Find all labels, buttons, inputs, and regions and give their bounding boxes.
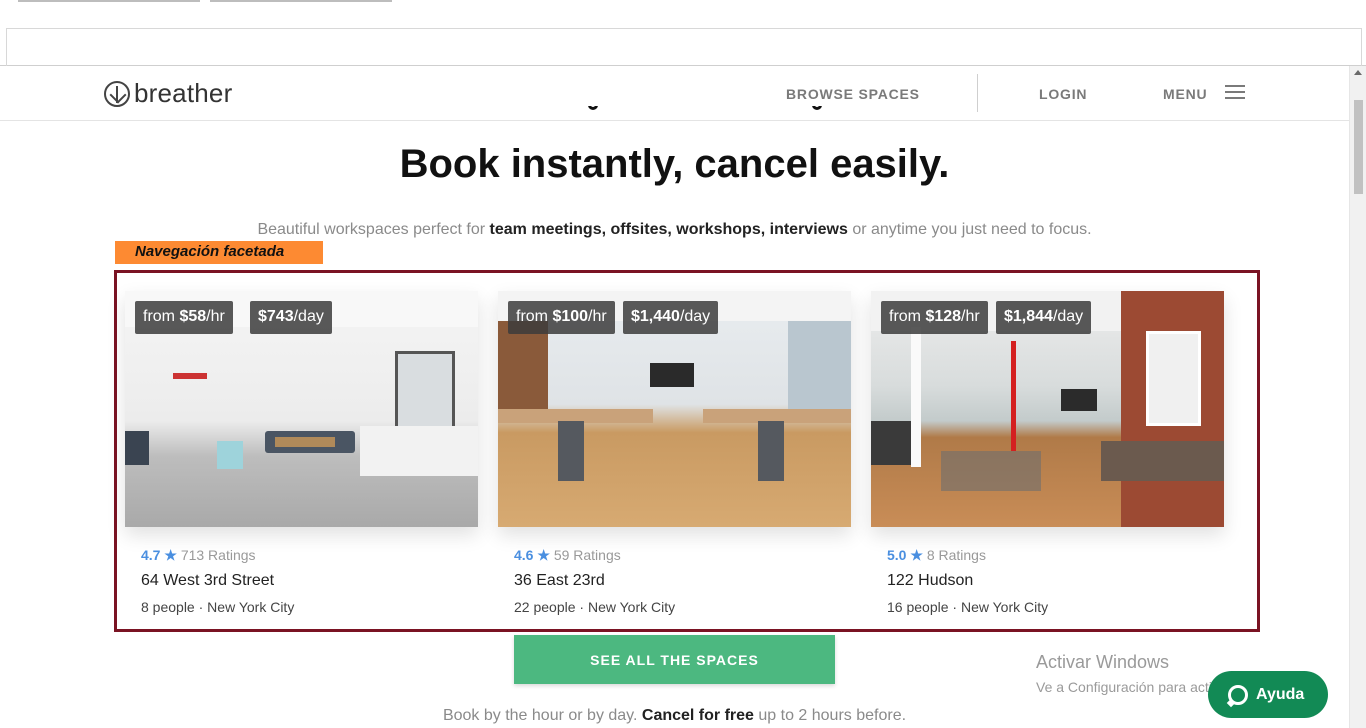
star-icon: ★ bbox=[164, 547, 177, 563]
leaf-logo-icon bbox=[104, 80, 130, 107]
capacity: 16 people bbox=[887, 599, 949, 615]
daily-price-tag: $1,440/day bbox=[623, 301, 719, 334]
space-address[interactable]: 122 Hudson bbox=[887, 572, 973, 590]
scroll-thumb[interactable] bbox=[1354, 100, 1363, 194]
price-prefix: from bbox=[143, 308, 180, 325]
space-photo[interactable]: from $100/hr $1,440/day bbox=[498, 291, 851, 527]
browser-tab[interactable] bbox=[210, 0, 392, 2]
city: New York City bbox=[587, 599, 676, 615]
price-unit: /day bbox=[679, 308, 711, 325]
see-all-spaces-button[interactable]: SEE ALL THE SPACES bbox=[514, 635, 835, 684]
star-icon: ★ bbox=[910, 547, 923, 563]
daily-price-tag: $743/day bbox=[250, 301, 332, 334]
price-prefix: from bbox=[889, 308, 926, 325]
login-link[interactable]: LOGIN bbox=[1039, 86, 1087, 102]
star-icon: ★ bbox=[537, 547, 550, 563]
daily-amount: $743 bbox=[258, 308, 294, 325]
chrome-divider bbox=[6, 28, 1362, 29]
meta-separator: · bbox=[194, 599, 208, 615]
menu-link[interactable]: MENU bbox=[1163, 86, 1207, 102]
meta-separator: · bbox=[575, 599, 588, 615]
rating-count: 8 Ratings bbox=[926, 547, 986, 563]
help-chat-button[interactable]: Ayuda bbox=[1208, 671, 1328, 718]
logo-text: breather bbox=[134, 78, 233, 108]
price-unit: /hr bbox=[961, 308, 980, 325]
hero-subtitle: Beautiful workspaces perfect for team me… bbox=[0, 221, 1349, 239]
browser-chrome bbox=[0, 0, 1366, 66]
chat-bubble-icon bbox=[1228, 684, 1248, 705]
price-prefix: from bbox=[516, 308, 553, 325]
city: New York City bbox=[960, 599, 1049, 615]
hourly-amount: $100 bbox=[552, 308, 589, 325]
price-unit: /day bbox=[1052, 308, 1084, 325]
scroll-up-arrow-icon[interactable] bbox=[1354, 70, 1362, 75]
daily-amount: $1,844 bbox=[1004, 308, 1053, 325]
browse-spaces-link[interactable]: BROWSE SPACES bbox=[786, 86, 920, 102]
price-unit: /day bbox=[293, 308, 324, 325]
rating: 5.0 ★ 8 Ratings bbox=[887, 547, 986, 564]
booking-note-bold: Cancel for free bbox=[641, 707, 754, 724]
help-label: Ayuda bbox=[1256, 685, 1305, 703]
price-unit: /hr bbox=[588, 308, 607, 325]
rating-score: 4.7 bbox=[141, 547, 161, 563]
rating-count: 713 Ratings bbox=[180, 547, 256, 563]
price-unit: /hr bbox=[206, 308, 225, 325]
rating-count: 59 Ratings bbox=[553, 547, 621, 563]
subtitle-use-cases: team meetings, offsites, workshops, inte… bbox=[489, 221, 848, 238]
booking-note-text: up to 2 hours before. bbox=[753, 707, 907, 724]
page-scrollbar[interactable] bbox=[1349, 66, 1366, 728]
breather-logo[interactable]: breather bbox=[104, 78, 232, 109]
rating-score: 4.6 bbox=[514, 547, 534, 563]
facet-annotation-label: Navegación facetada bbox=[115, 241, 323, 264]
space-address[interactable]: 36 East 23rd bbox=[514, 572, 605, 590]
hourly-price-tag: from $100/hr bbox=[508, 301, 615, 334]
rating: 4.7 ★ 713 Ratings bbox=[141, 547, 256, 564]
space-meta: 22 people · New York City bbox=[514, 599, 675, 615]
hourly-amount: $58 bbox=[179, 308, 207, 325]
space-photo[interactable]: from $128/hr $1,844/day bbox=[871, 291, 1224, 527]
space-address[interactable]: 64 West 3rd Street bbox=[141, 572, 274, 590]
space-photo[interactable]: from $58/hr $743/day bbox=[125, 291, 478, 527]
space-meta: 8 people · New York City bbox=[141, 599, 294, 615]
booking-note: Book by the hour or by day. Cancel for f… bbox=[0, 707, 1349, 725]
meta-separator: · bbox=[948, 599, 961, 615]
city: New York City bbox=[207, 599, 295, 615]
browser-tab[interactable] bbox=[18, 0, 200, 2]
scrolled-heading-fragment bbox=[560, 106, 840, 120]
hourly-price-tag: from $58/hr bbox=[135, 301, 233, 334]
space-meta: 16 people · New York City bbox=[887, 599, 1048, 615]
rating-score: 5.0 bbox=[887, 547, 907, 563]
hourly-price-tag: from $128/hr bbox=[881, 301, 988, 334]
chrome-divider bbox=[1361, 28, 1362, 66]
booking-note-text: Book by the hour or by day. bbox=[442, 707, 642, 724]
capacity: 22 people bbox=[514, 599, 576, 615]
hamburger-menu-icon[interactable] bbox=[1225, 85, 1245, 99]
subtitle-text: or anytime you just need to focus. bbox=[847, 221, 1092, 238]
daily-amount: $1,440 bbox=[631, 308, 680, 325]
rating: 4.6 ★ 59 Ratings bbox=[514, 547, 621, 564]
subtitle-text: Beautiful workspaces perfect for bbox=[257, 221, 490, 238]
hourly-amount: $128 bbox=[925, 308, 962, 325]
nav-divider bbox=[977, 74, 978, 112]
hero-title: Book instantly, cancel easily. bbox=[399, 142, 950, 186]
chrome-divider bbox=[6, 28, 7, 66]
watermark-title: Activar Windows bbox=[1036, 652, 1170, 672]
daily-price-tag: $1,844/day bbox=[996, 301, 1092, 334]
capacity: 8 people bbox=[141, 599, 195, 615]
